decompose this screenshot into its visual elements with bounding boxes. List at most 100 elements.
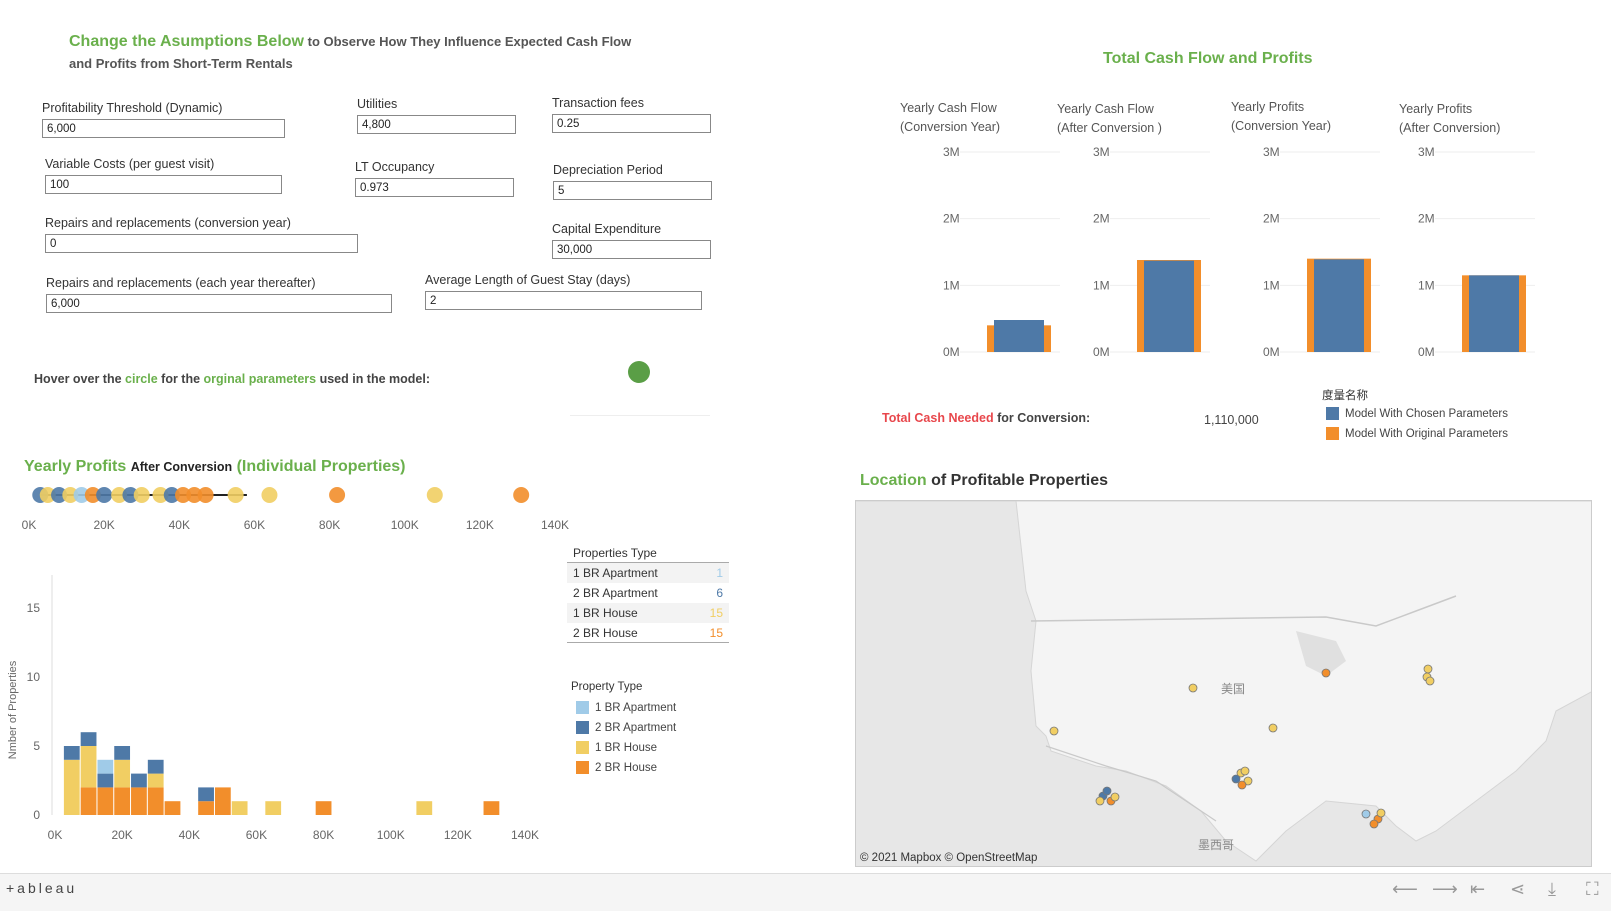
y-tick-label: 10	[27, 670, 41, 684]
table-row[interactable]: 2 BR House 15	[567, 623, 729, 643]
histogram-bar	[315, 801, 332, 815]
y-tick-label: 1M	[943, 278, 960, 292]
map-property-point[interactable]	[1237, 780, 1247, 790]
y-tick-label: 0	[33, 808, 40, 822]
histogram-bar	[198, 801, 214, 815]
legend-item-chosen[interactable]: Model With Chosen Parameters	[1326, 407, 1508, 420]
avg-stay-label: Average Length of Guest Stay (days)	[425, 273, 631, 287]
fullscreen-icon[interactable]: ⛶	[1586, 879, 1599, 900]
cashflow-title: Total Cash Flow and Profits	[1103, 50, 1313, 67]
share-icon[interactable]: ⋖	[1510, 879, 1525, 900]
histogram-bar	[416, 801, 433, 815]
histogram-bar	[198, 787, 214, 802]
lt-occupancy-label: LT Occupancy	[355, 160, 435, 174]
y-tick-label: 3M	[1093, 145, 1110, 159]
map-property-point[interactable]	[1361, 809, 1371, 819]
histogram-bar	[131, 773, 147, 788]
profit-point	[133, 487, 150, 503]
hover-instruction: Hover over the circle for the orginal pa…	[34, 372, 431, 386]
utilities-label: Utilities	[357, 97, 398, 111]
redo-icon[interactable]: ⟶	[1432, 879, 1458, 900]
map-canvas[interactable]: 美国 墨西哥	[856, 501, 1592, 867]
legend-item-1br-apartment[interactable]: 1 BR Apartment	[576, 701, 676, 714]
repairs-thereafter-input[interactable]	[46, 294, 392, 313]
histogram-bar	[80, 787, 97, 815]
repairs-conversion-input[interactable]	[45, 234, 358, 253]
y-axis-label: Nmber of Properties	[7, 660, 19, 759]
profit-point	[513, 487, 530, 503]
x-tick-label: 40K	[169, 518, 190, 532]
x-tick-label: 60K	[244, 518, 265, 532]
cashflow-panel-header: Yearly Profits (Conversion Year)	[1231, 100, 1332, 133]
map-property-point[interactable]	[1231, 774, 1241, 784]
map-attribution: © 2021 Mapbox © OpenStreetMap	[860, 852, 1038, 864]
revert-icon[interactable]: ⇤	[1470, 879, 1485, 900]
map-property-point[interactable]	[1425, 676, 1435, 686]
map-property-point[interactable]	[1321, 668, 1331, 678]
utilities-input[interactable]	[357, 115, 516, 134]
undo-icon[interactable]: ⟵	[1392, 879, 1418, 900]
map-property-point[interactable]	[1268, 723, 1278, 733]
lt-occupancy-input[interactable]	[355, 178, 514, 197]
avg-stay-input[interactable]	[425, 291, 702, 310]
map-property-point[interactable]	[1049, 726, 1059, 736]
histogram-bar	[80, 732, 97, 746]
transaction-fees-input[interactable]	[552, 114, 711, 133]
capital-expenditure-label: Capital Expenditure	[552, 222, 662, 236]
variable-costs-input[interactable]	[45, 175, 282, 194]
y-tick-label: 0M	[1093, 345, 1110, 359]
legend-item-2br-apartment[interactable]: 2 BR Apartment	[576, 721, 676, 734]
map-property-point[interactable]	[1188, 683, 1198, 693]
y-tick-label: 15	[27, 601, 41, 615]
legend-item-2br-house[interactable]: 2 BR House	[576, 761, 657, 774]
depreciation-period-input[interactable]	[553, 181, 712, 200]
legend-item-original[interactable]: Model With Original Parameters	[1326, 427, 1508, 440]
x-tick-label: 80K	[319, 518, 340, 532]
assumptions-heading: Change the Asumptions Below to Observe H…	[69, 33, 632, 50]
y-tick-label: 0M	[1418, 345, 1435, 359]
x-tick-label: 0K	[22, 518, 37, 532]
histogram-bar	[164, 801, 181, 815]
x-tick-label: 0K	[48, 828, 63, 842]
table-row[interactable]: 1 BR Apartment 1	[567, 563, 729, 583]
x-tick-label: 120K	[444, 828, 472, 842]
tableau-logo: +ableau	[6, 880, 78, 896]
profitability-threshold-input[interactable]	[42, 119, 285, 138]
legend-swatch	[576, 721, 589, 734]
divider	[570, 415, 710, 416]
map-property-point[interactable]	[1102, 786, 1112, 796]
histogram-bar	[97, 759, 114, 774]
histogram-bar	[97, 773, 114, 788]
histogram-bar	[63, 759, 80, 815]
y-tick-label: 3M	[943, 145, 960, 159]
map-property-point[interactable]	[1369, 819, 1379, 829]
capital-expenditure-input[interactable]	[552, 240, 711, 259]
map-property-point[interactable]	[1240, 766, 1250, 776]
histogram-bar	[231, 801, 248, 815]
y-tick-label: 2M	[943, 212, 960, 226]
y-tick-label: 2M	[1263, 212, 1280, 226]
bar-chosen	[1314, 259, 1364, 352]
map-property-point[interactable]	[1423, 664, 1433, 674]
histogram-bar	[114, 759, 131, 788]
properties-map[interactable]: 美国 墨西哥	[855, 500, 1592, 867]
map-property-point[interactable]	[1376, 808, 1386, 818]
table-row[interactable]: 2 BR Apartment 6	[567, 583, 729, 603]
x-tick-label: 120K	[466, 518, 494, 532]
download-icon[interactable]: ⤓	[1548, 879, 1556, 900]
table-row[interactable]: 1 BR House 15	[567, 603, 729, 623]
transaction-fees-label: Transaction fees	[552, 96, 644, 110]
map-property-point[interactable]	[1095, 796, 1105, 806]
x-tick-label: 100K	[377, 828, 405, 842]
x-tick-label: 140K	[511, 828, 539, 842]
map-property-point[interactable]	[1110, 792, 1120, 802]
original-parameters-circle[interactable]	[628, 361, 650, 383]
legend-swatch	[576, 761, 589, 774]
profit-point	[227, 487, 244, 503]
depreciation-period-label: Depreciation Period	[553, 163, 663, 177]
histogram-bar	[483, 801, 500, 815]
histogram-bar	[80, 746, 97, 788]
bar-chosen	[1144, 260, 1194, 352]
cashflow-panel-header: Yearly Cash Flow (After Conversion )	[1057, 102, 1162, 135]
legend-item-1br-house[interactable]: 1 BR House	[576, 741, 657, 754]
